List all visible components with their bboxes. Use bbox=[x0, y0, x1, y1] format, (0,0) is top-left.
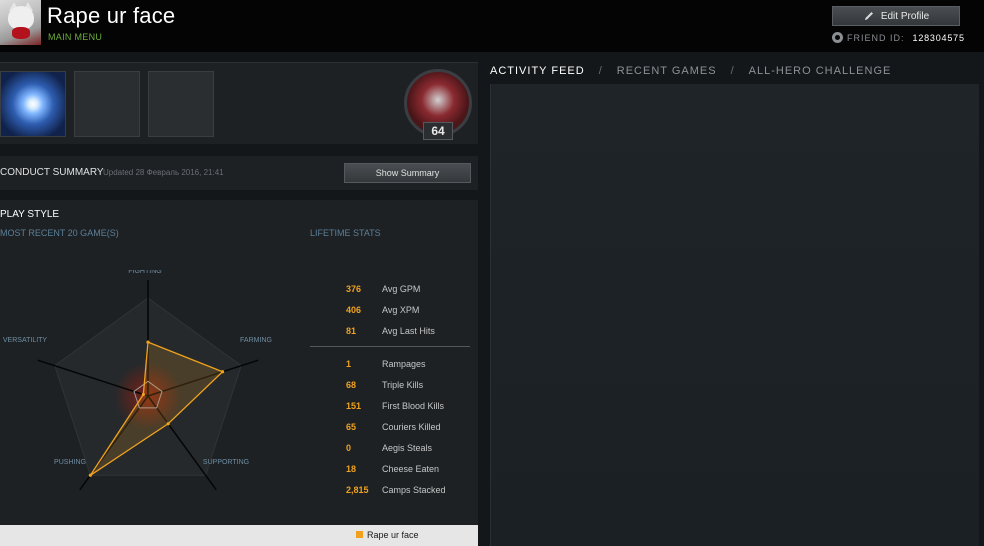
stat-label: Avg GPM bbox=[382, 283, 421, 294]
stat-value: 65 bbox=[346, 421, 357, 432]
radar-point bbox=[88, 473, 92, 477]
stats-divider bbox=[310, 346, 470, 347]
show-summary-button[interactable]: Show Summary bbox=[344, 163, 471, 183]
stat-row: 1 Rampages bbox=[310, 353, 470, 374]
stat-row: 376 Avg GPM bbox=[310, 278, 470, 299]
stat-value: 18 bbox=[346, 463, 357, 474]
play-style-panel: PLAY STYLE MOST RECENT 20 GAME(S) LIFETI… bbox=[0, 200, 478, 525]
legend-swatch bbox=[356, 531, 363, 538]
stat-value: 376 bbox=[346, 283, 362, 294]
profile-header: Rape ur face MAIN MENU Edit Profile FRIE… bbox=[0, 0, 984, 52]
radar-axis-label: FARMING bbox=[240, 337, 272, 344]
stat-label: Triple Kills bbox=[382, 379, 424, 390]
radar-axis-label: SUPPORTING bbox=[203, 459, 249, 466]
radar-axis-label: PUSHING bbox=[54, 459, 86, 466]
radar-legend: Rape ur face bbox=[0, 525, 478, 546]
friend-id-value: 128304575 bbox=[912, 32, 965, 43]
conduct-summary-panel: CONDUCT SUMMARY Updated 28 Февраль 2016,… bbox=[0, 156, 478, 190]
stat-value: 2,815 bbox=[346, 484, 369, 495]
user-avatar[interactable] bbox=[0, 0, 41, 45]
tab-separator: / bbox=[730, 65, 735, 77]
hero-slot-3[interactable] bbox=[148, 71, 214, 137]
stat-label: Rampages bbox=[382, 358, 426, 369]
friend-id-label: FRIEND ID: bbox=[847, 32, 905, 43]
stat-label: Aegis Steals bbox=[382, 442, 433, 453]
radar-axis-label: FIGHTING bbox=[128, 270, 161, 275]
tab-all-hero-challenge[interactable]: ALL-HERO CHALLENGE bbox=[749, 65, 892, 77]
stat-label: Avg XPM bbox=[382, 304, 420, 315]
stat-row: 18 Cheese Eaten bbox=[310, 458, 470, 479]
main-menu-link[interactable]: MAIN MENU bbox=[48, 32, 102, 42]
stat-label: Camps Stacked bbox=[382, 484, 446, 495]
lifetime-stats: 376 Avg GPM 406 Avg XPM 81 Avg Last Hits 1 Ram… bbox=[310, 278, 470, 500]
tab-separator: / bbox=[598, 65, 603, 77]
stat-label: First Blood Kills bbox=[382, 400, 445, 411]
activity-feed-panel[interactable] bbox=[490, 84, 979, 546]
hero-slot-1[interactable] bbox=[0, 71, 66, 137]
conduct-updated: Updated 28 Февраль 2016, 21:41 bbox=[103, 168, 224, 177]
hero-slot-2[interactable] bbox=[74, 71, 140, 137]
lifetime-stats-label: LIFETIME STATS bbox=[310, 228, 381, 238]
stat-row: 81 Avg Last Hits bbox=[310, 320, 470, 341]
radar-point bbox=[220, 370, 225, 374]
steam-icon bbox=[832, 32, 843, 43]
friend-id: FRIEND ID: 128304575 bbox=[832, 32, 965, 43]
tab-activity-feed[interactable]: ACTIVITY FEED bbox=[490, 65, 585, 77]
stat-row: 68 Triple Kills bbox=[310, 374, 470, 395]
stat-value: 406 bbox=[346, 304, 362, 315]
stat-value: 81 bbox=[346, 325, 357, 336]
stat-row: 2,815 Camps Stacked bbox=[310, 479, 470, 500]
play-style-radar-chart: FIGHTING FARMING SUPPORTING PUSHING VERSATIL… bbox=[3, 270, 272, 491]
radar-point bbox=[146, 340, 150, 344]
stat-row: 65 Couriers Killed bbox=[310, 416, 470, 437]
stat-value: 68 bbox=[346, 379, 357, 390]
radar-point bbox=[166, 422, 170, 426]
conduct-title: CONDUCT SUMMARY bbox=[0, 167, 104, 178]
feed-tabs: ACTIVITY FEED / RECENT GAMES / ALL-HERO … bbox=[490, 65, 891, 77]
stat-value: 1 bbox=[346, 358, 352, 369]
stat-row: 406 Avg XPM bbox=[310, 299, 470, 320]
tab-recent-games[interactable]: RECENT GAMES bbox=[617, 65, 717, 77]
play-style-title: PLAY STYLE bbox=[0, 209, 60, 220]
stat-label: Couriers Killed bbox=[382, 421, 441, 432]
radar-point bbox=[141, 392, 145, 397]
profile-level: 64 bbox=[423, 122, 453, 140]
pencil-icon bbox=[864, 12, 873, 20]
stat-value: 0 bbox=[346, 442, 352, 453]
stat-value: 151 bbox=[346, 400, 362, 411]
radar-axis-label: VERSATILITY bbox=[3, 337, 48, 344]
edit-profile-label: Edit Profile bbox=[880, 10, 930, 22]
recent-games-label: MOST RECENT 20 GAME(S) bbox=[0, 228, 119, 238]
username: Rape ur face bbox=[47, 3, 176, 28]
legend-label: Rape ur face bbox=[367, 530, 419, 540]
stat-row: 0 Aegis Steals bbox=[310, 437, 470, 458]
stat-label: Avg Last Hits bbox=[382, 325, 435, 336]
stat-label: Cheese Eaten bbox=[382, 463, 440, 474]
edit-profile-button[interactable]: Edit Profile bbox=[832, 6, 960, 26]
featured-heroes-panel bbox=[0, 62, 478, 144]
stat-row: 151 First Blood Kills bbox=[310, 395, 470, 416]
